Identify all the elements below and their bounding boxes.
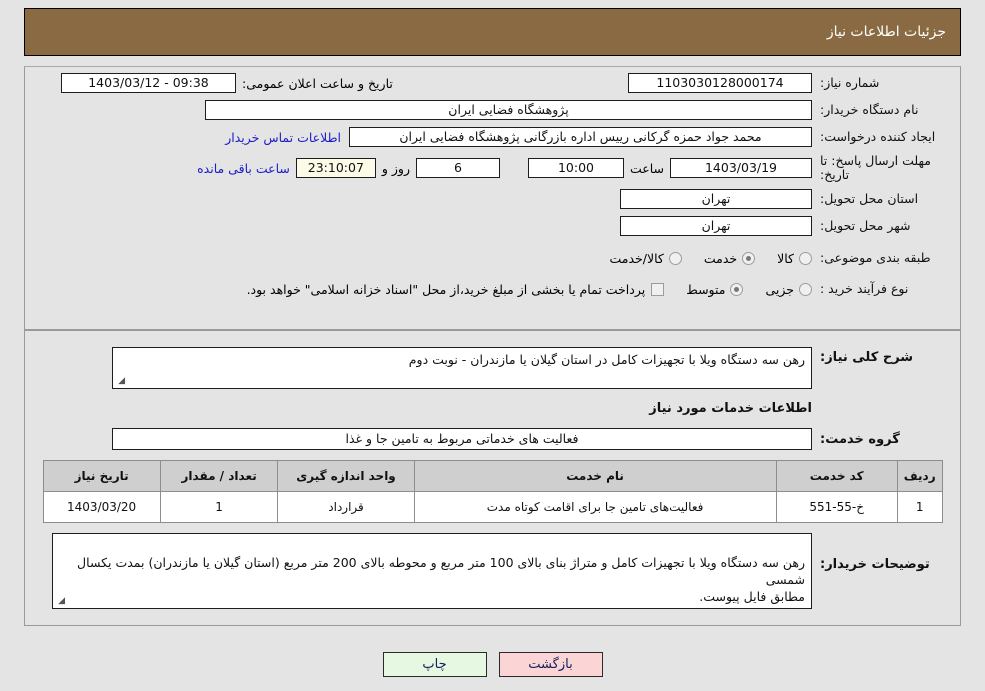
row-services-heading: اطلاعات خدمات مورد نیاز — [25, 401, 960, 416]
cell-unit: قرارداد — [277, 491, 415, 523]
service-group-label: گروه خدمت: — [820, 431, 900, 447]
resize-grip-icon-notes[interactable]: ◢ — [55, 597, 65, 607]
need-details-section: شرح کلی نیاز: رهن سه دستگاه ویلا با تجهی… — [25, 331, 960, 625]
th-row: ردیف — [896, 460, 943, 492]
announce-value: 09:38 - 1403/03/12 — [61, 73, 236, 93]
deadline-label: مهلت ارسال پاسخ: تا تاریخ: — [812, 154, 960, 182]
cell-date: 1403/03/20 — [42, 491, 161, 523]
services-table: ردیف کد خدمت نام خدمت واحد اندازه گیری ت… — [42, 460, 943, 523]
cell-code: خ-55-551 — [775, 491, 898, 523]
deadline-date-value: 1403/03/19 — [670, 158, 812, 178]
action-bar: بازگشت چاپ — [0, 652, 985, 677]
row-buyer-org: نام دستگاه خریدار: پژوهشگاه فضایی ایران — [25, 99, 960, 121]
city-label: شهر محل تحویل: — [820, 218, 911, 233]
row-requester: ایجاد کننده درخواست: محمد جواد حمزه گرکا… — [25, 126, 960, 148]
row-city: شهر محل تحویل: تهران — [25, 215, 960, 237]
table-header-row: ردیف کد خدمت نام خدمت واحد اندازه گیری ت… — [42, 460, 943, 492]
countdown-value: 23:10:07 — [295, 158, 376, 178]
th-date: تاریخ نیاز — [42, 460, 161, 492]
th-name: نام خدمت — [413, 460, 777, 492]
category-label-kala: کالا — [777, 250, 794, 266]
cell-qty: 1 — [159, 491, 279, 523]
page-header: جزئیات اطلاعات نیاز — [24, 8, 961, 56]
row-province: استان محل تحویل: تهران — [25, 188, 960, 210]
days-remaining-value: 6 — [415, 158, 500, 178]
cell-name: فعالیت‌های تامین جا برای اقامت کوتاه مدت — [413, 491, 777, 523]
announce-label: تاریخ و ساعت اعلان عمومی: — [242, 75, 393, 91]
description-textarea[interactable]: رهن سه دستگاه ویلا با تجهیزات کامل در اس… — [112, 347, 812, 389]
buyer-notes-value: رهن سه دستگاه ویلا با تجهیزات کامل و متر… — [77, 555, 805, 604]
description-value: رهن سه دستگاه ویلا با تجهیزات کامل در اس… — [408, 352, 805, 367]
deadline-label-line2: تاریخ: — [820, 167, 850, 182]
resize-grip-icon[interactable]: ◢ — [115, 377, 125, 387]
province-label: استان محل تحویل: — [820, 191, 919, 206]
print-button[interactable]: چاپ — [382, 652, 487, 677]
buyer-contact-link[interactable]: اطلاعات تماس خریدار — [225, 130, 341, 145]
row-category: طبقه بندی موضوعی: کالا خدمت کالا/خدمت — [25, 247, 960, 269]
requester-label: ایجاد کننده درخواست: — [820, 129, 936, 144]
th-qty: تعداد / مقدار — [159, 460, 279, 492]
row-description: شرح کلی نیاز: رهن سه دستگاه ویلا با تجهی… — [25, 347, 960, 389]
process-radio-motavaset[interactable] — [730, 282, 744, 296]
process-radio-jozii[interactable] — [799, 282, 812, 296]
process-option-motavaset[interactable]: متوسط — [686, 281, 744, 297]
category-option-kala[interactable]: کالا — [777, 251, 812, 266]
buyer-org-label: نام دستگاه خریدار: — [820, 102, 919, 117]
buyer-notes-textarea[interactable]: رهن سه دستگاه ویلا با تجهیزات کامل و متر… — [52, 533, 812, 609]
remaining-hours-label: ساعت باقی مانده — [197, 160, 290, 176]
buyer-notes-label: توضیحات خریدار: — [820, 557, 930, 572]
description-label: شرح کلی نیاز: — [820, 350, 914, 365]
category-label-kala-khedmat: کالا/خدمت — [609, 250, 664, 266]
category-radio-kala-khedmat[interactable] — [668, 251, 682, 265]
service-group-value: فعالیت های خدماتی مربوط به تامین جا و غذ… — [112, 428, 812, 450]
category-label-khedmat: خدمت — [703, 250, 738, 266]
th-unit: واحد اندازه گیری — [277, 460, 415, 492]
need-number-label: شماره نیاز: — [820, 75, 880, 90]
general-info-section: شماره نیاز: 1103030128000174 تاریخ و ساع… — [25, 72, 960, 331]
deadline-time-value: 10:00 — [527, 158, 624, 178]
need-number-value: 1103030128000174 — [628, 73, 812, 93]
category-option-kala-khedmat[interactable]: کالا/خدمت — [609, 250, 682, 266]
details-panel: شماره نیاز: 1103030128000174 تاریخ و ساع… — [24, 66, 961, 626]
process-label-jozii: جزیی — [765, 281, 794, 297]
row-buyer-notes: توضیحات خریدار: رهن سه دستگاه ویلا با تج… — [25, 533, 960, 609]
process-label-motavaset: متوسط — [686, 281, 726, 297]
deadline-label-line1: مهلت ارسال پاسخ: تا — [820, 153, 931, 168]
process-label: نوع فرآیند خرید : — [820, 281, 909, 296]
process-radio-group: جزیی متوسط — [664, 282, 812, 297]
back-button[interactable]: بازگشت — [498, 652, 603, 677]
days-label: روز و — [381, 160, 410, 176]
process-option-jozii[interactable]: جزیی — [765, 282, 812, 297]
province-value: تهران — [620, 189, 812, 209]
th-code: کد خدمت — [775, 460, 898, 492]
services-heading: اطلاعات خدمات مورد نیاز — [649, 401, 812, 416]
treasury-note: پرداخت تمام یا بخشی از مبلغ خرید،از محل … — [246, 281, 646, 297]
requester-value: محمد جواد حمزه گرکانی رییس اداره بازرگان… — [349, 127, 812, 147]
hour-label: ساعت — [629, 160, 664, 176]
category-radio-kala[interactable] — [799, 251, 812, 265]
row-process: نوع فرآیند خرید : جزیی متوسط پرداخت تمام… — [25, 278, 960, 300]
page-title: جزئیات اطلاعات نیاز — [826, 24, 946, 40]
category-radio-group: کالا خدمت کالا/خدمت — [587, 251, 812, 266]
cell-row: 1 — [896, 491, 943, 523]
category-option-khedmat[interactable]: خدمت — [703, 250, 756, 266]
buyer-org-value: پژوهشگاه فضایی ایران — [205, 100, 812, 120]
category-label: طبقه بندی موضوعی: — [820, 250, 931, 265]
category-radio-khedmat[interactable] — [742, 251, 756, 265]
table-row: 1 خ-55-551 فعالیت‌های تامین جا برای اقام… — [42, 491, 943, 523]
city-value: تهران — [620, 216, 812, 236]
row-service-group: گروه خدمت: فعالیت های خدماتی مربوط به تا… — [25, 428, 960, 450]
row-need-number: شماره نیاز: 1103030128000174 تاریخ و ساع… — [25, 72, 960, 94]
treasury-checkbox[interactable] — [651, 282, 665, 296]
row-deadline: مهلت ارسال پاسخ: تا تاریخ: 1403/03/19 سا… — [25, 153, 960, 183]
